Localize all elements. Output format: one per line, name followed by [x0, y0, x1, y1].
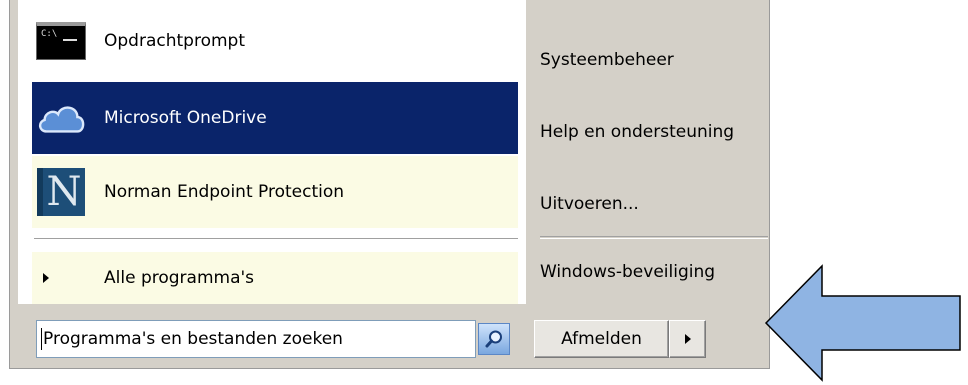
all-programs-item[interactable]: Alle programma's [32, 252, 518, 304]
partial-hidden-item [540, 0, 770, 2]
menu-item-label: Microsoft OneDrive [104, 108, 267, 128]
text-caret [41, 328, 42, 350]
menu-divider [34, 238, 518, 241]
menu-item-norman-endpoint-protection[interactable]: N Norman Endpoint Protection [32, 156, 518, 228]
menu-item-label: Norman Endpoint Protection [104, 182, 345, 202]
right-item-label: Windows-beveiliging [540, 262, 716, 282]
right-item-windows-beveiliging[interactable]: Windows-beveiliging [540, 262, 715, 282]
right-item-label: Systeembeheer [540, 50, 674, 70]
triangle-right-icon [684, 334, 691, 344]
right-item-label: Uitvoeren... [540, 194, 639, 214]
right-item-help[interactable]: Help en ondersteuning [540, 122, 734, 142]
all-programs-label: Alle programma's [104, 268, 255, 288]
start-menu: C:\ Opdrachtprompt Microsoft OneDrive N … [9, 0, 770, 369]
logoff-options-button[interactable] [669, 320, 706, 358]
search-placeholder: Programma's en bestanden zoeken [43, 329, 343, 349]
left-pointing-arrow-icon [764, 264, 961, 382]
menu-item-opdrachtprompt[interactable]: C:\ Opdrachtprompt [32, 5, 518, 77]
cmd-icon: C:\ [35, 15, 87, 67]
logoff-button[interactable]: Afmelden [534, 320, 669, 358]
search-input[interactable]: Programma's en bestanden zoeken [36, 320, 476, 358]
triangle-right-icon [43, 273, 49, 283]
norman-icon: N [35, 166, 87, 218]
menu-item-onedrive[interactable]: Microsoft OneDrive [32, 82, 518, 154]
menu-item-label: Opdrachtprompt [104, 31, 245, 51]
right-item-systeembeheer[interactable]: Systeembeheer [540, 50, 674, 70]
right-divider [540, 236, 768, 239]
logoff-label: Afmelden [561, 329, 642, 349]
right-item-uitvoeren[interactable]: Uitvoeren... [540, 194, 639, 214]
search-icon[interactable] [478, 323, 510, 355]
right-item-label: Help en ondersteuning [540, 122, 735, 142]
onedrive-icon [35, 92, 87, 144]
